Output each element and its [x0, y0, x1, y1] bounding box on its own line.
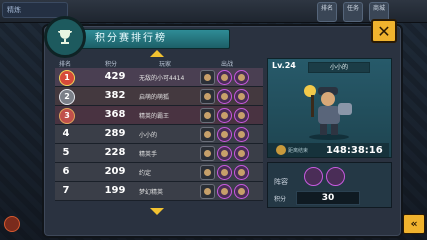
hero-avatar-icon: [217, 89, 232, 104]
hero-avatar-icon: [200, 89, 215, 104]
table-row[interactable]: 2 382 启萌的萌狐: [55, 87, 263, 106]
row-rank: 7: [62, 185, 70, 196]
hero-avatar-icon: [234, 108, 249, 123]
row-player-name: 启萌的萌狐: [139, 94, 170, 101]
hero-avatar-icon: [217, 165, 232, 180]
hero-avatar-icon: [217, 108, 232, 123]
task-icon[interactable]: 任务: [343, 2, 363, 22]
silver-medal-icon: 2: [59, 89, 75, 105]
timer-label: 距离结束: [288, 148, 309, 154]
lineup-hero-avatar-icon[interactable]: [304, 167, 323, 186]
score-label: 积分: [274, 196, 287, 203]
close-button[interactable]: ✕: [371, 19, 397, 43]
table-row[interactable]: 7 199 梦幻精英: [55, 182, 263, 201]
hero-avatar-icon: [200, 165, 215, 180]
row-lineup: [200, 165, 249, 180]
hero-avatar-icon: [217, 127, 232, 142]
hero-avatar-icon: [234, 184, 249, 199]
row-score: 429: [104, 71, 126, 82]
row-score: 209: [104, 166, 126, 177]
lineup-summary: 阵容 积分 30: [267, 162, 392, 208]
header-score: 积分: [105, 61, 118, 68]
countdown-timer: 148:38:16: [326, 145, 383, 156]
scroll-down-arrow-icon[interactable]: [150, 208, 164, 215]
row-lineup: [200, 89, 249, 104]
hero-avatar-icon: [217, 146, 232, 161]
row-score: 199: [104, 185, 126, 196]
page-title: 积分赛排行榜: [80, 29, 230, 49]
row-player-name: 约定: [139, 170, 152, 177]
row-player-name: 梦幻精英: [139, 189, 164, 196]
player-detail-panel: Lv.24 小小的 距离结束 148:38:16 阵容 积分 30: [267, 58, 392, 208]
row-player-name: 精英手: [139, 151, 158, 158]
trophy-icon: [58, 30, 72, 44]
gold-medal-icon: 1: [59, 70, 75, 86]
lineup-label: 阵容: [274, 178, 288, 186]
ranking-icon[interactable]: 排名: [317, 2, 337, 22]
row-lineup: [200, 127, 249, 142]
lineup-hero-avatar-icon[interactable]: [326, 167, 345, 186]
score-value: 30: [296, 191, 360, 205]
hero-avatar-icon: [200, 146, 215, 161]
row-score: 368: [104, 109, 126, 120]
player-name: 小小的: [308, 62, 370, 73]
hero-avatar-icon: [200, 70, 215, 85]
row-rank: 4: [62, 128, 70, 139]
row-score: 382: [104, 90, 126, 101]
hero-avatar-icon: [234, 165, 249, 180]
hero-avatar-icon: [234, 89, 249, 104]
hero-avatar-icon: [217, 184, 232, 199]
player-level: Lv.24: [272, 61, 296, 70]
table-row[interactable]: 3 368 精英的霸王: [55, 106, 263, 125]
table-row[interactable]: 1 429 无敌的小可4414: [55, 68, 263, 87]
row-score: 228: [104, 147, 126, 158]
row-rank: 6: [62, 166, 70, 177]
row-rank: 5: [62, 147, 70, 158]
table-row[interactable]: 5 228 精英手: [55, 144, 263, 163]
timer-icon: [276, 145, 286, 155]
ranking-table: 排名 积分 玩家 出战 1 429 无敌的小可4414 2 382 启萌的萌狐 …: [55, 58, 263, 208]
table-row[interactable]: 6 209 约定: [55, 163, 263, 182]
back-arrow-button[interactable]: «: [403, 214, 425, 234]
bronze-medal-icon: 3: [59, 108, 75, 124]
hero-avatar-icon: [234, 70, 249, 85]
scroll-up-arrow-icon[interactable]: [150, 50, 164, 57]
timer-bar: 距离结束 148:38:16: [268, 143, 389, 157]
hero-avatar-icon: [217, 70, 232, 85]
hero-avatar-icon: [200, 184, 215, 199]
row-player-name: 无敌的小可4414: [139, 75, 185, 82]
hero-character-icon: [304, 85, 352, 140]
hero-avatar-icon: [234, 146, 249, 161]
row-lineup: [200, 70, 249, 85]
table-header: 排名 积分 玩家 出战: [55, 58, 263, 68]
row-lineup: [200, 108, 249, 123]
header-rank: 排名: [59, 61, 72, 68]
hero-avatar-icon: [200, 108, 215, 123]
row-lineup: [200, 184, 249, 199]
hero-portrait-area: Lv.24 小小的 距离结束 148:38:16: [267, 58, 392, 158]
table-row[interactable]: 4 289 小小的: [55, 125, 263, 144]
ranking-label: 排名: [320, 5, 333, 12]
header-player: 玩家: [159, 61, 172, 68]
menu-orb-icon[interactable]: [4, 216, 20, 232]
hero-avatar-icon: [234, 127, 249, 142]
hero-avatar-icon: [200, 127, 215, 142]
row-player-name: 小小的: [139, 132, 158, 139]
header-lineup: 出战: [221, 61, 234, 68]
row-lineup: [200, 146, 249, 161]
row-score: 289: [104, 128, 126, 139]
row-player-name: 精英的霸王: [139, 113, 170, 120]
task-label: 任务: [346, 5, 359, 12]
